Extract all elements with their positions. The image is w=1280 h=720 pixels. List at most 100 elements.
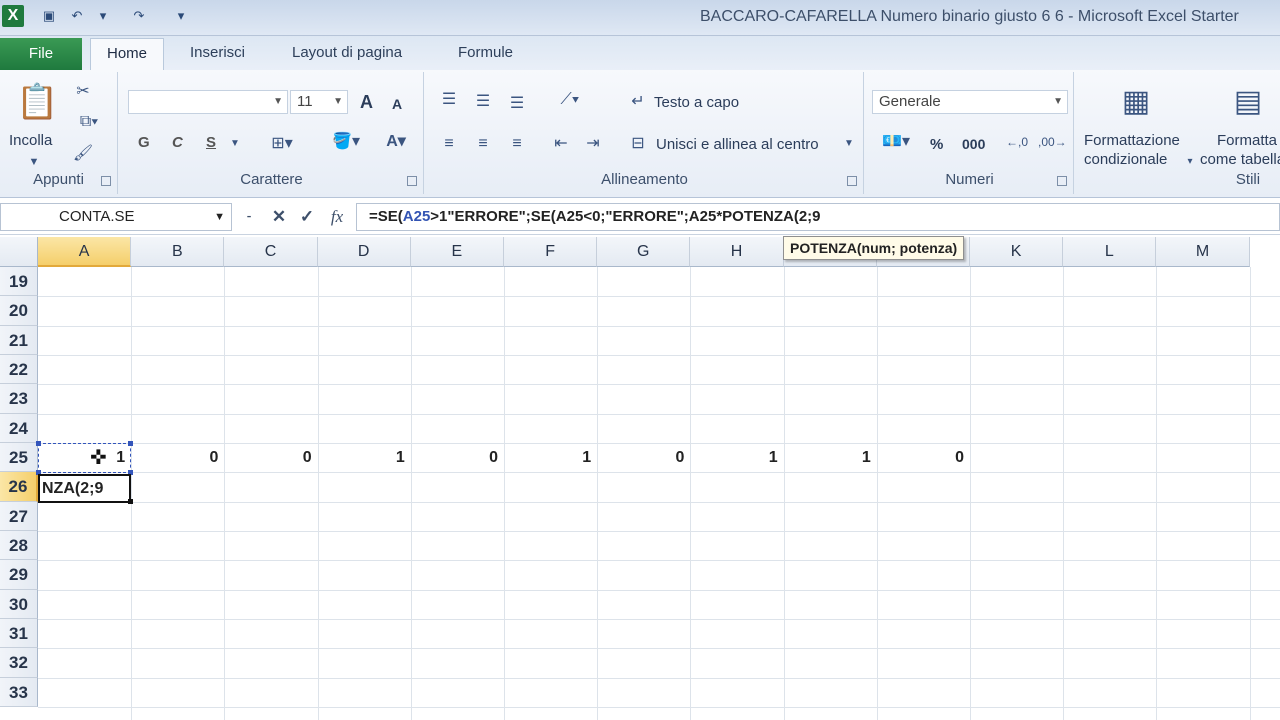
decrease-decimal-icon[interactable]: ,00→	[1038, 132, 1067, 152]
underline-dropdown-icon[interactable]: ▼	[228, 134, 242, 154]
row-header-32[interactable]: 32	[0, 648, 38, 678]
enter-icon[interactable]: ✓	[294, 205, 320, 229]
row-header-27[interactable]: 27	[0, 501, 38, 531]
fill-handle[interactable]	[128, 499, 133, 504]
font-name-combo[interactable]: ▼	[128, 90, 288, 114]
column-header-e[interactable]: E	[410, 237, 504, 267]
quick-access-customize-icon[interactable]: ▾	[172, 8, 190, 24]
row-header-31[interactable]: 31	[0, 618, 38, 649]
undo-icon[interactable]: ↶	[68, 8, 86, 24]
align-middle-icon[interactable]: ☰	[472, 92, 494, 112]
conditional-formatting-line1[interactable]: Formattazione	[1084, 132, 1180, 149]
alignment-launcher-icon[interactable]	[847, 176, 857, 186]
column-header-a[interactable]: A	[38, 237, 132, 267]
paste-button[interactable]: Incolla	[9, 132, 52, 149]
align-left-icon[interactable]: ≡	[438, 134, 460, 154]
paste-dropdown-icon[interactable]: ▼	[24, 152, 44, 172]
align-center-icon[interactable]: ≡	[472, 134, 494, 154]
align-top-icon[interactable]: ☰	[438, 90, 460, 110]
insert-function-icon[interactable]: fx	[324, 205, 350, 229]
cell-d25[interactable]: 1	[319, 449, 405, 467]
formula-input[interactable]: =SE(A25>1"ERRORE";SE(A25<0;"ERRORE";A25*…	[356, 203, 1280, 231]
redo-icon[interactable]: ↷	[130, 8, 148, 24]
conditional-formatting-dropdown-icon[interactable]: ▾	[1184, 152, 1196, 172]
column-header-l[interactable]: L	[1063, 237, 1157, 267]
row-header-25[interactable]: 25	[0, 442, 38, 473]
cell-i25[interactable]: 1	[785, 449, 871, 467]
cell-h25[interactable]: 1	[692, 449, 778, 467]
column-header-k[interactable]: K	[970, 237, 1064, 267]
tab-home[interactable]: Home	[90, 38, 165, 72]
cell-e25[interactable]: 0	[412, 449, 498, 467]
number-format-combo[interactable]: Generale ▼	[872, 90, 1068, 114]
align-right-icon[interactable]: ≡	[506, 134, 528, 154]
underline-button[interactable]: S	[206, 134, 216, 151]
column-header-d[interactable]: D	[317, 237, 411, 267]
spreadsheet-grid[interactable]: ABCDEFGHIJKLM 19202122232425262728293031…	[0, 237, 1280, 720]
thousands-button[interactable]: 000	[962, 136, 985, 152]
cell-j25[interactable]: 0	[878, 449, 964, 467]
shrink-font-button[interactable]: A	[392, 96, 402, 112]
tab-page-layout[interactable]: Layout di pagina	[292, 44, 402, 61]
grow-font-button[interactable]: A	[360, 92, 373, 113]
selection-handle[interactable]	[128, 441, 133, 446]
row-header-24[interactable]: 24	[0, 413, 38, 443]
conditional-formatting-line2[interactable]: condizionale	[1084, 151, 1167, 168]
percent-button[interactable]: %	[930, 136, 943, 153]
format-as-table-line2[interactable]: come tabella	[1200, 151, 1280, 168]
row-header-33[interactable]: 33	[0, 677, 38, 707]
row-header-19[interactable]: 19	[0, 267, 38, 297]
column-header-c[interactable]: C	[224, 237, 318, 267]
font-color-icon[interactable]: A▾	[376, 132, 416, 152]
column-header-g[interactable]: G	[597, 237, 691, 267]
borders-icon[interactable]: ⊞▾	[262, 134, 302, 154]
select-all-corner[interactable]	[0, 237, 38, 267]
increase-indent-icon[interactable]: ⇥	[582, 134, 604, 154]
row-header-30[interactable]: 30	[0, 589, 38, 619]
number-launcher-icon[interactable]	[1057, 176, 1067, 186]
orientation-icon[interactable]: ⟋▾	[550, 90, 590, 110]
row-header-29[interactable]: 29	[0, 560, 38, 590]
row-header-22[interactable]: 22	[0, 354, 38, 385]
cell-c25[interactable]: 0	[226, 449, 312, 467]
name-box-dropdown-icon[interactable]: ▼	[214, 204, 225, 230]
format-painter-icon[interactable]: 🖌	[72, 144, 94, 164]
format-as-table-line1[interactable]: Formatta	[1217, 132, 1277, 149]
column-header-f[interactable]: F	[504, 237, 598, 267]
cell-f25[interactable]: 1	[505, 449, 591, 467]
name-box[interactable]: CONTA.SE ▼	[0, 203, 232, 231]
wrap-text-button[interactable]: Testo a capo	[654, 94, 739, 111]
currency-icon[interactable]: 💶▾	[874, 132, 918, 152]
column-header-h[interactable]: H	[690, 237, 784, 267]
format-as-table-icon[interactable]: ▤	[1226, 80, 1270, 124]
formula-bar-handle-icon[interactable]: ⁃	[236, 205, 262, 229]
selection-handle[interactable]	[36, 441, 41, 446]
row-header-20[interactable]: 20	[0, 296, 38, 326]
cell-g25[interactable]: 0	[598, 449, 684, 467]
merge-center-icon[interactable]: ⊟	[626, 134, 650, 154]
tab-insert[interactable]: Inserisci	[190, 44, 245, 61]
cut-icon[interactable]: ✂	[72, 82, 94, 102]
font-size-combo[interactable]: 11 ▼	[290, 90, 348, 114]
merge-center-button[interactable]: Unisci e allinea al centro	[656, 136, 819, 153]
increase-decimal-icon[interactable]: ←,0	[1004, 132, 1030, 152]
align-bottom-icon[interactable]: ☰	[506, 94, 528, 114]
cell-b25[interactable]: 0	[132, 449, 218, 467]
tab-formulas[interactable]: Formule	[458, 44, 513, 61]
bold-button[interactable]: G	[138, 134, 150, 151]
decrease-indent-icon[interactable]: ⇤	[550, 134, 572, 154]
wrap-text-icon[interactable]: ↵	[626, 92, 650, 112]
italic-button[interactable]: C	[172, 134, 183, 151]
save-icon[interactable]: ▣	[40, 8, 58, 24]
cancel-icon[interactable]: ✕	[266, 205, 292, 229]
cell-a26-editing[interactable]: NZA(2;9	[38, 474, 131, 503]
paste-icon[interactable]: 📋	[16, 80, 58, 124]
fill-color-icon[interactable]: 🪣▾	[326, 132, 366, 152]
row-header-21[interactable]: 21	[0, 325, 38, 355]
clipboard-launcher-icon[interactable]	[101, 176, 111, 186]
tab-file[interactable]: File	[0, 38, 82, 70]
font-launcher-icon[interactable]	[407, 176, 417, 186]
merge-dropdown-icon[interactable]: ▼	[842, 134, 856, 154]
row-header-28[interactable]: 28	[0, 530, 38, 561]
conditional-formatting-icon[interactable]: ▦	[1114, 80, 1158, 124]
